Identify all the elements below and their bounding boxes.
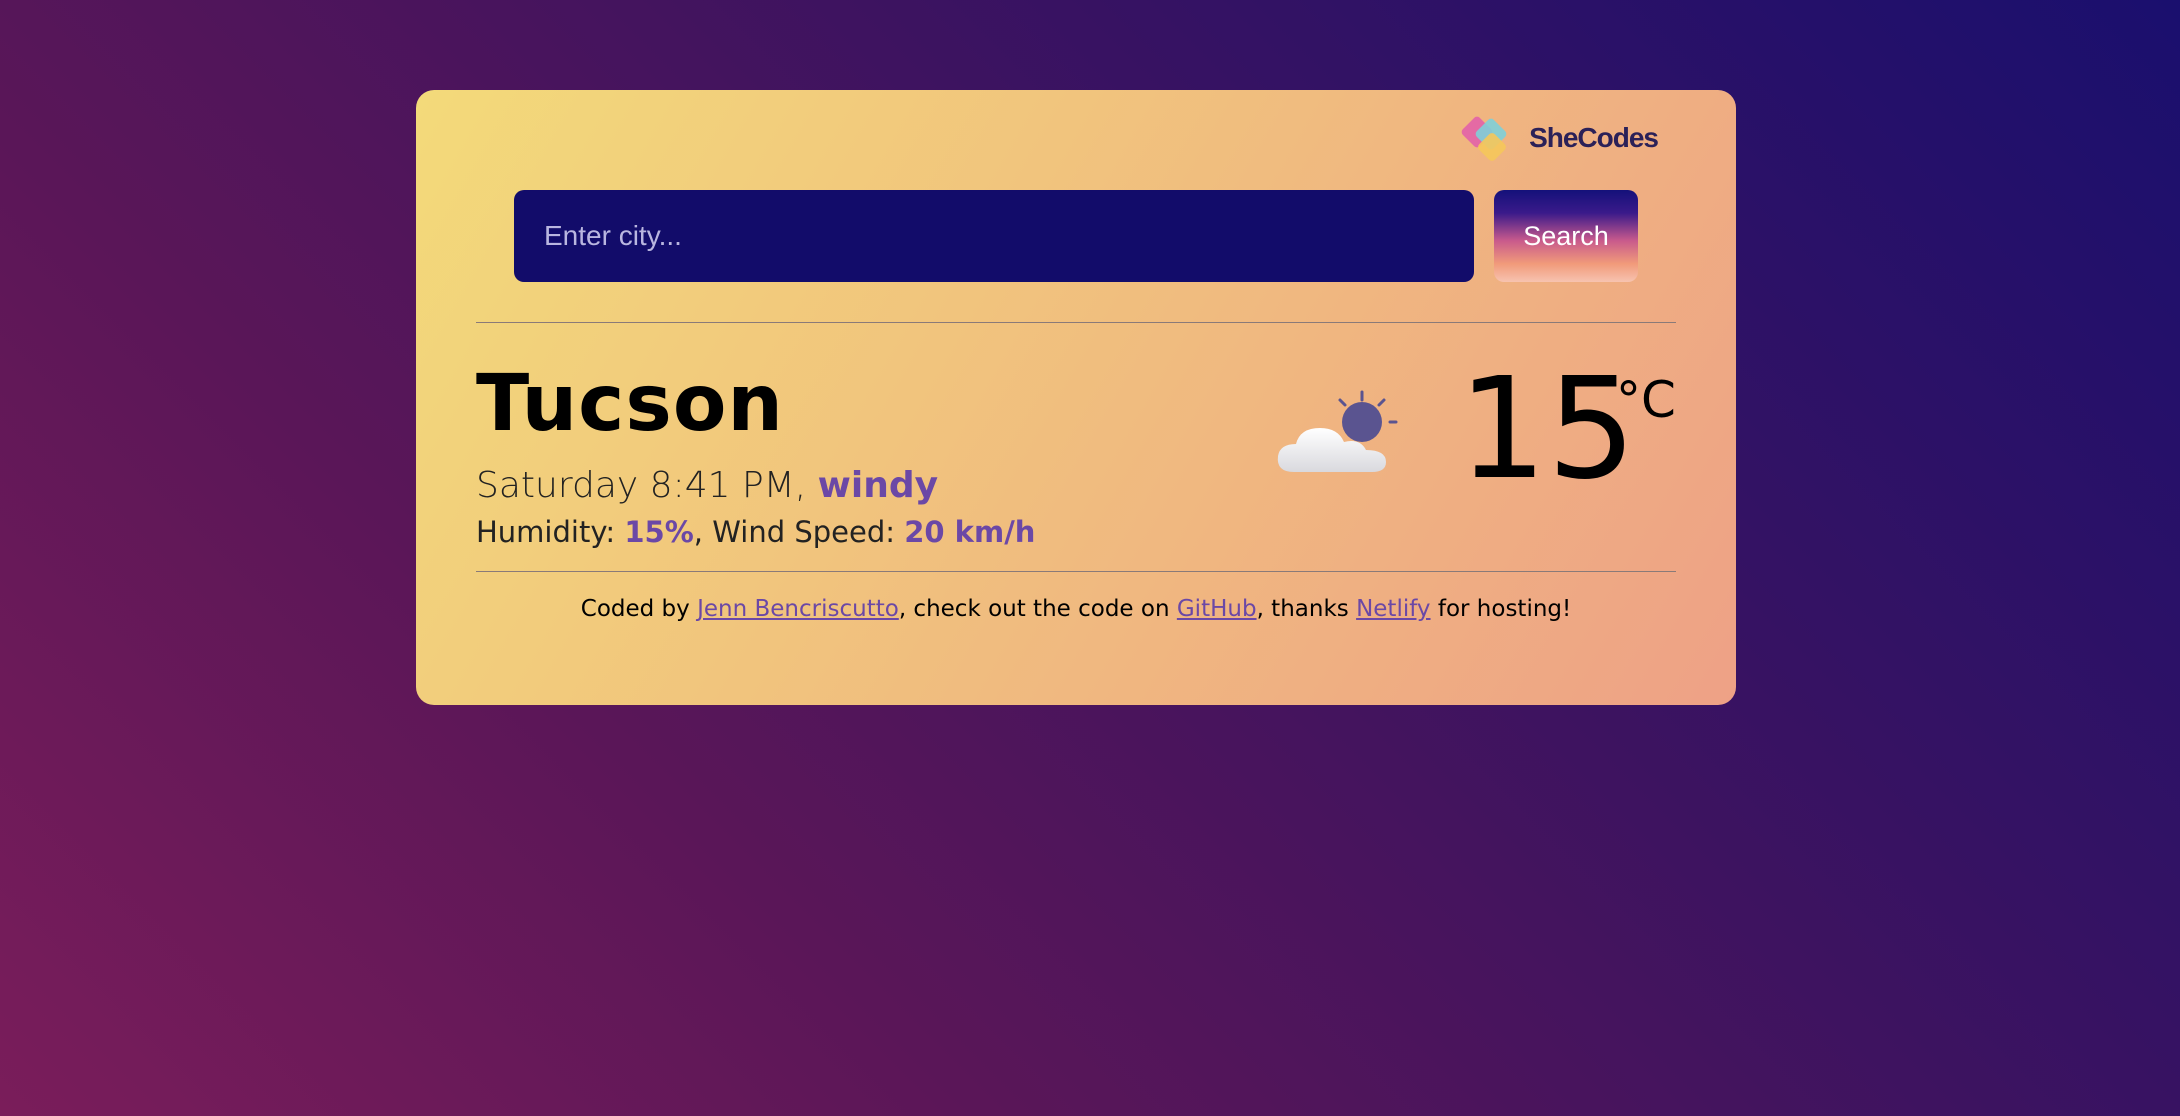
datetime-separator: , (794, 465, 818, 506)
footer-prefix: Coded by (580, 596, 698, 622)
footer: Coded by Jenn Bencriscutto, check out th… (416, 596, 1736, 622)
github-link[interactable]: GitHub (1177, 596, 1257, 622)
day-time: Saturday 8:41 PM (476, 465, 795, 506)
search-button[interactable]: Search (1494, 190, 1638, 282)
weather-card: SheCodes Search Tucson Saturday 8:41 PM,… (416, 90, 1736, 705)
shecodes-logo[interactable]: SheCodes (1461, 110, 1659, 166)
city-name: Tucson (476, 359, 784, 449)
netlify-link[interactable]: Netlify (1356, 596, 1430, 622)
temperature-unit: °C (1616, 371, 1676, 429)
weather-details: Humidity: 15%, Wind Speed: 20 km/h (476, 518, 1035, 547)
shecodes-logo-icon (1461, 116, 1507, 161)
footer-middle: , check out the code on (898, 596, 1177, 622)
humidity-value: 15% (624, 515, 694, 549)
top-divider (476, 322, 1676, 323)
author-link[interactable]: Jenn Bencriscutto (697, 596, 899, 622)
weather-description: windy (817, 465, 939, 506)
temperature-value: 15 (1458, 348, 1637, 511)
bottom-divider (476, 571, 1676, 572)
humidity-label: Humidity: (476, 515, 625, 549)
date-and-description: Saturday 8:41 PM, windy (476, 468, 938, 504)
footer-suffix: for hosting! (1430, 596, 1572, 622)
wind-value: 20 km/h (904, 515, 1036, 549)
partly-cloudy-night-icon (1277, 390, 1398, 472)
city-search-input[interactable] (514, 190, 1474, 282)
wind-label: , Wind Speed: (693, 515, 905, 549)
logo-text: SheCodes (1529, 122, 1659, 153)
search-form: Search (514, 190, 1638, 282)
footer-thanks: , thanks (1256, 596, 1357, 622)
